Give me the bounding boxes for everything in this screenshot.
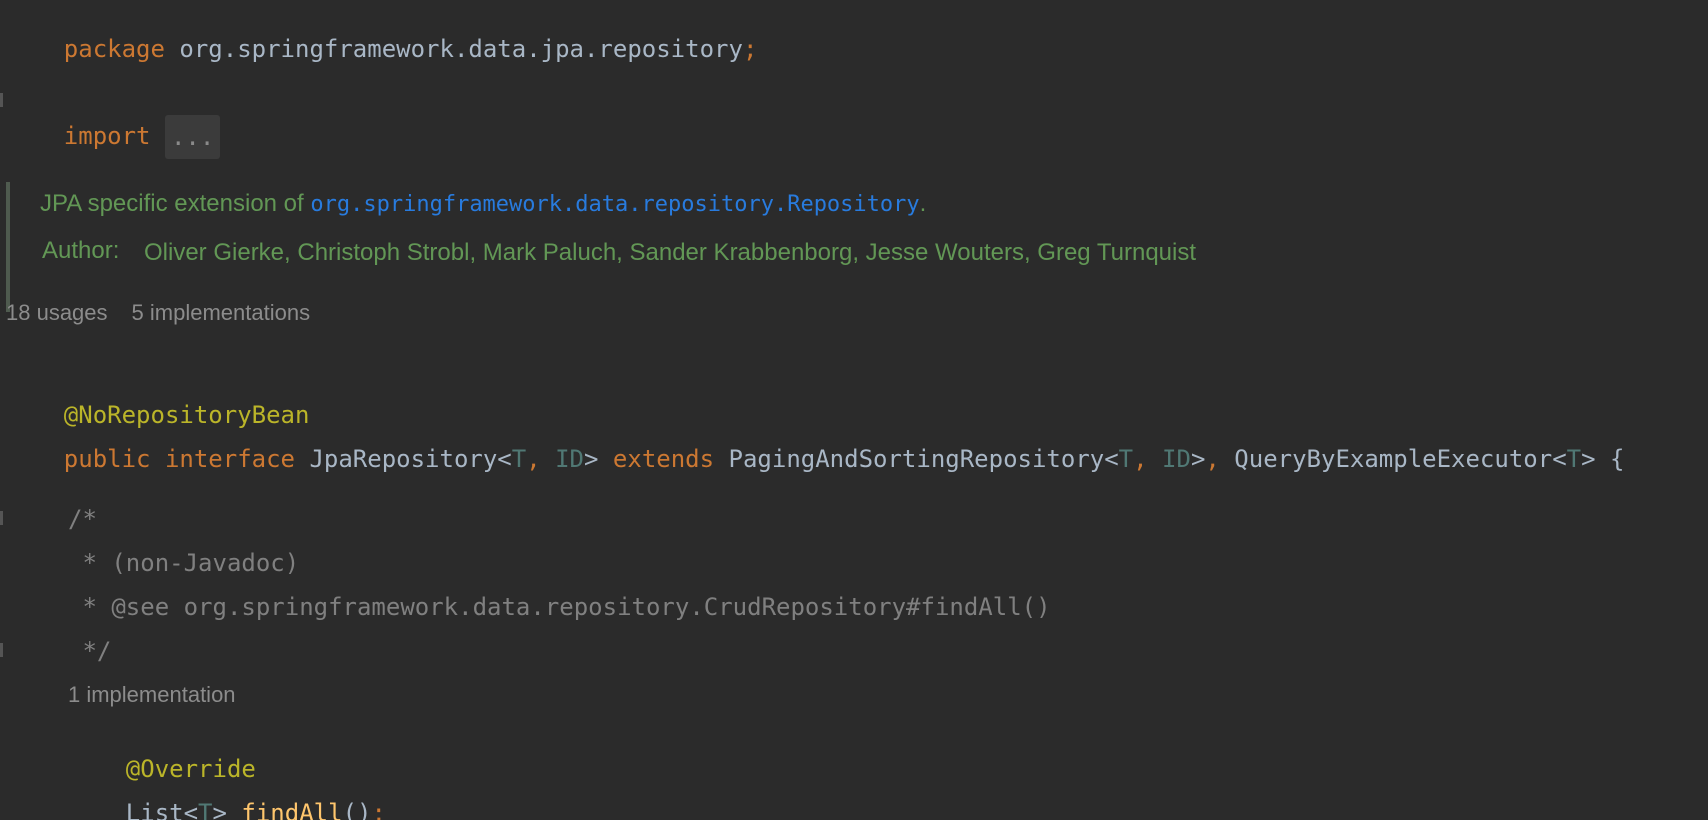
package-semicolon: ; <box>742 35 758 63</box>
type-param-t: T <box>511 445 527 473</box>
method-return-type: List <box>125 799 184 820</box>
open-brace: { <box>1610 445 1625 473</box>
method-semicolon: ; <box>371 799 386 820</box>
method-inlay-hint: 1 implementation <box>68 682 236 708</box>
package-keyword: package <box>63 35 165 63</box>
method-type-param: T <box>198 799 213 820</box>
interface-inlay-hints: 18 usages 5 implementations <box>6 300 310 326</box>
rendered-javadoc: JPA specific extension of org.springfram… <box>6 182 1250 312</box>
method-implementations-hint[interactable]: 1 implementation <box>68 682 236 707</box>
parent2-bracket-open: < <box>1552 445 1567 473</box>
parent1-comma: , <box>1133 445 1148 473</box>
interface-declaration-line[interactable]: public interface JpaRepository<T, ID> ex… <box>6 414 1625 473</box>
block-comment-line-1: * (non-Javadoc) <box>68 549 300 577</box>
method-bracket-close: > <box>212 799 227 820</box>
parent1-bracket-close: > <box>1190 445 1206 473</box>
package-name: org.springframework.data.jpa.repository <box>179 35 743 63</box>
parent1-type-id: ID <box>1162 445 1191 473</box>
type-param-id: ID <box>555 445 585 473</box>
method-parens: () <box>342 799 372 820</box>
parent-paging-repository: PagingAndSortingRepository <box>728 445 1105 473</box>
javadoc-author-label: Author: <box>42 237 120 264</box>
comment-fold-marker-open[interactable] <box>0 511 3 525</box>
block-comment-close: */ <box>68 637 112 665</box>
public-keyword: public <box>63 445 151 473</box>
method-name: findAll <box>241 799 343 820</box>
interface-name: JpaRepository <box>309 445 498 473</box>
block-comment-open: /* <box>68 505 97 533</box>
javadoc-authors: Oliver Gierke, Christoph Strobl, Mark Pa… <box>144 239 1197 266</box>
parent2-bracket-close: > <box>1581 445 1596 473</box>
comment-fold-marker-close[interactable] <box>0 643 3 657</box>
javadoc-description: JPA specific extension of org.springfram… <box>40 190 926 218</box>
javadoc-repository-link[interactable]: org.springframework.data.repository.Repo… <box>310 192 919 217</box>
method-line[interactable]: List<T> findAll(); <box>68 768 386 820</box>
parent2-type-t: T <box>1566 445 1582 473</box>
annotation-line[interactable]: @NoRepositoryBean <box>6 370 310 429</box>
parent1-bracket-open: < <box>1104 445 1119 473</box>
type-bracket-close: > <box>584 445 599 473</box>
import-keyword: import <box>63 122 151 150</box>
method-bracket-open: < <box>183 799 199 820</box>
type-bracket-open: < <box>497 445 512 473</box>
override-line[interactable]: @Override <box>68 724 256 783</box>
javadoc-description-suffix: . <box>919 190 927 217</box>
import-fold-button[interactable]: ... <box>164 115 221 159</box>
extends-keyword: extends <box>612 445 715 473</box>
import-line[interactable]: import ... <box>6 85 221 159</box>
usages-hint[interactable]: 18 usages <box>6 300 108 325</box>
interface-keyword: interface <box>164 445 295 473</box>
parents-comma: , <box>1205 445 1220 473</box>
type-comma: , <box>526 445 541 473</box>
javadoc-description-prefix: JPA specific extension of <box>40 190 311 217</box>
code-editor[interactable]: package org.springframework.data.jpa.rep… <box>0 0 1708 820</box>
block-comment-line-2: * @see org.springframework.data.reposito… <box>68 593 1051 621</box>
parent-query-by-example: QueryByExampleExecutor <box>1234 445 1553 473</box>
parent1-type-t: T <box>1118 445 1134 473</box>
package-line[interactable]: package org.springframework.data.jpa.rep… <box>6 4 758 63</box>
fold-marker[interactable] <box>0 93 3 107</box>
implementations-hint[interactable]: 5 implementations <box>132 300 311 325</box>
